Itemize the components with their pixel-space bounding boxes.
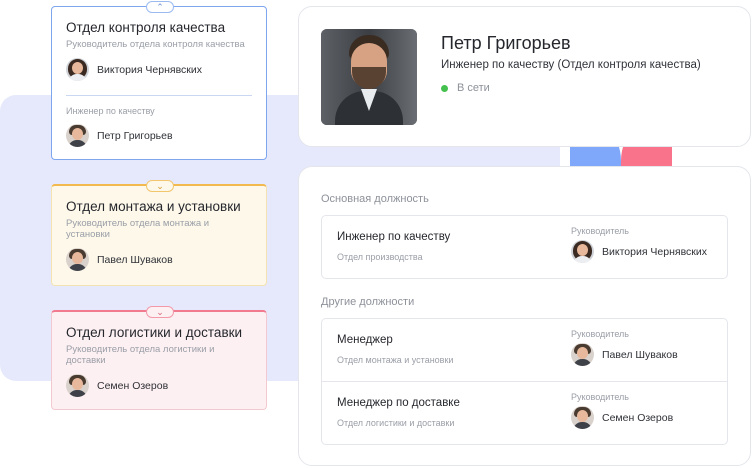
member-role-label: Инженер по качеству [66,106,155,116]
main-position-title: Основная должность [321,193,429,205]
manager-name: Павел Шуваков [602,348,678,361]
profile-photo [321,29,417,125]
avatar [66,58,89,81]
position-title: Менеджер [337,334,393,346]
manager-name: Виктория Чернявских [602,245,707,258]
department-head[interactable]: Виктория Чернявских [66,58,252,81]
avatar [66,124,89,147]
position-department: Отдел производства [337,252,423,262]
person-name: Виктория Чернявских [97,63,202,76]
department-title: Отдел логистики и доставки [66,325,243,340]
department-head-label: Руководитель отдела монтажа и установки [66,218,210,240]
chevron-down-icon[interactable]: ⌄ [146,180,174,192]
position-row[interactable]: Инженер по качеству Отдел производства Р… [322,216,727,278]
department-member[interactable]: Петр Григорьев [66,124,252,147]
department-head[interactable]: Павел Шуваков [66,248,252,271]
position-row[interactable]: Менеджер Отдел монтажа и установки Руков… [322,319,727,381]
manager-label: Руководитель [571,392,629,402]
profile-name: Петр Григорьев [441,33,571,53]
chevron-down-icon[interactable]: ⌄ [146,306,174,318]
manager[interactable]: Виктория Чернявских [571,240,707,263]
position-title: Инженер по качеству [337,231,451,243]
manager-name: Семен Озеров [602,411,674,424]
avatar [571,406,594,429]
person-name: Семен Озеров [97,379,169,392]
divider [66,95,252,96]
avatar [571,343,594,366]
position-department: Отдел монтажа и установки [337,355,454,365]
manager[interactable]: Павел Шуваков [571,343,678,366]
manager[interactable]: Семен Озеров [571,406,673,429]
manager-label: Руководитель [571,226,629,236]
profile-role: Инженер по качеству (Отдел контроля каче… [441,59,701,71]
department-title: Отдел монтажа и установки [66,199,241,214]
main-position-box: Инженер по качеству Отдел производства Р… [321,215,728,279]
avatar [66,374,89,397]
status-indicator: В сети [441,82,490,94]
person-name: Петр Григорьев [97,129,173,142]
other-positions-box: Менеджер Отдел монтажа и установки Руков… [321,318,728,445]
other-positions-title: Другие должности [321,296,415,308]
position-row[interactable]: Менеджер по доставке Отдел логистики и д… [322,381,727,444]
department-head[interactable]: Семен Озеров [66,374,252,397]
online-dot-icon [441,84,448,92]
chevron-up-icon[interactable]: ⌃ [146,1,174,13]
department-title: Отдел контроля качества [66,20,226,35]
position-title: Менеджер по доставке [337,397,460,409]
department-head-label: Руководитель отдела контроля качества [66,39,245,50]
department-card-quality[interactable]: ⌃ Отдел контроля качества Руководитель о… [51,1,267,160]
profile-card: Петр Григорьев Инженер по качеству (Отде… [298,6,751,147]
manager-label: Руководитель [571,329,629,339]
avatar [571,240,594,263]
department-head-label: Руководитель отдела логистики и доставки [66,344,215,366]
department-card-logistics[interactable]: ⌄ Отдел логистики и доставки Руководител… [51,306,267,410]
department-card-installation[interactable]: ⌄ Отдел монтажа и установки Руководитель… [51,180,267,286]
person-name: Павел Шуваков [97,253,173,266]
position-department: Отдел логистики и доставки [337,418,455,428]
positions-card: Основная должность Инженер по качеству О… [298,166,751,466]
avatar [66,248,89,271]
status-text: В сети [457,82,490,94]
